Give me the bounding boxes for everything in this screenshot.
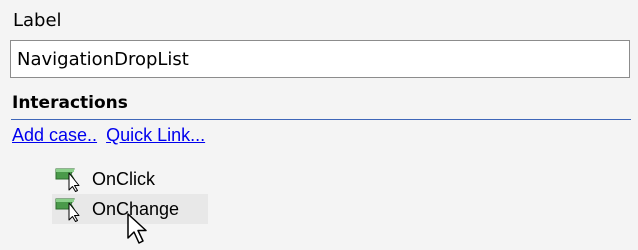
mouse-pointer-icon <box>126 212 152 246</box>
add-case-link[interactable]: Add case.. <box>12 125 97 145</box>
label-caption: Label <box>13 10 62 31</box>
quick-link-link[interactable]: Quick Link... <box>106 125 205 145</box>
event-label: OnClick <box>92 169 156 189</box>
interaction-links: Add case.. Quick Link... <box>12 124 205 146</box>
interaction-cursor-icon <box>52 196 84 222</box>
event-item-onclick[interactable]: OnClick <box>52 164 182 194</box>
label-input[interactable] <box>10 40 630 78</box>
interactions-title: Interactions <box>12 93 128 113</box>
interaction-cursor-icon <box>52 166 84 192</box>
interactions-header: Interactions <box>11 90 631 120</box>
